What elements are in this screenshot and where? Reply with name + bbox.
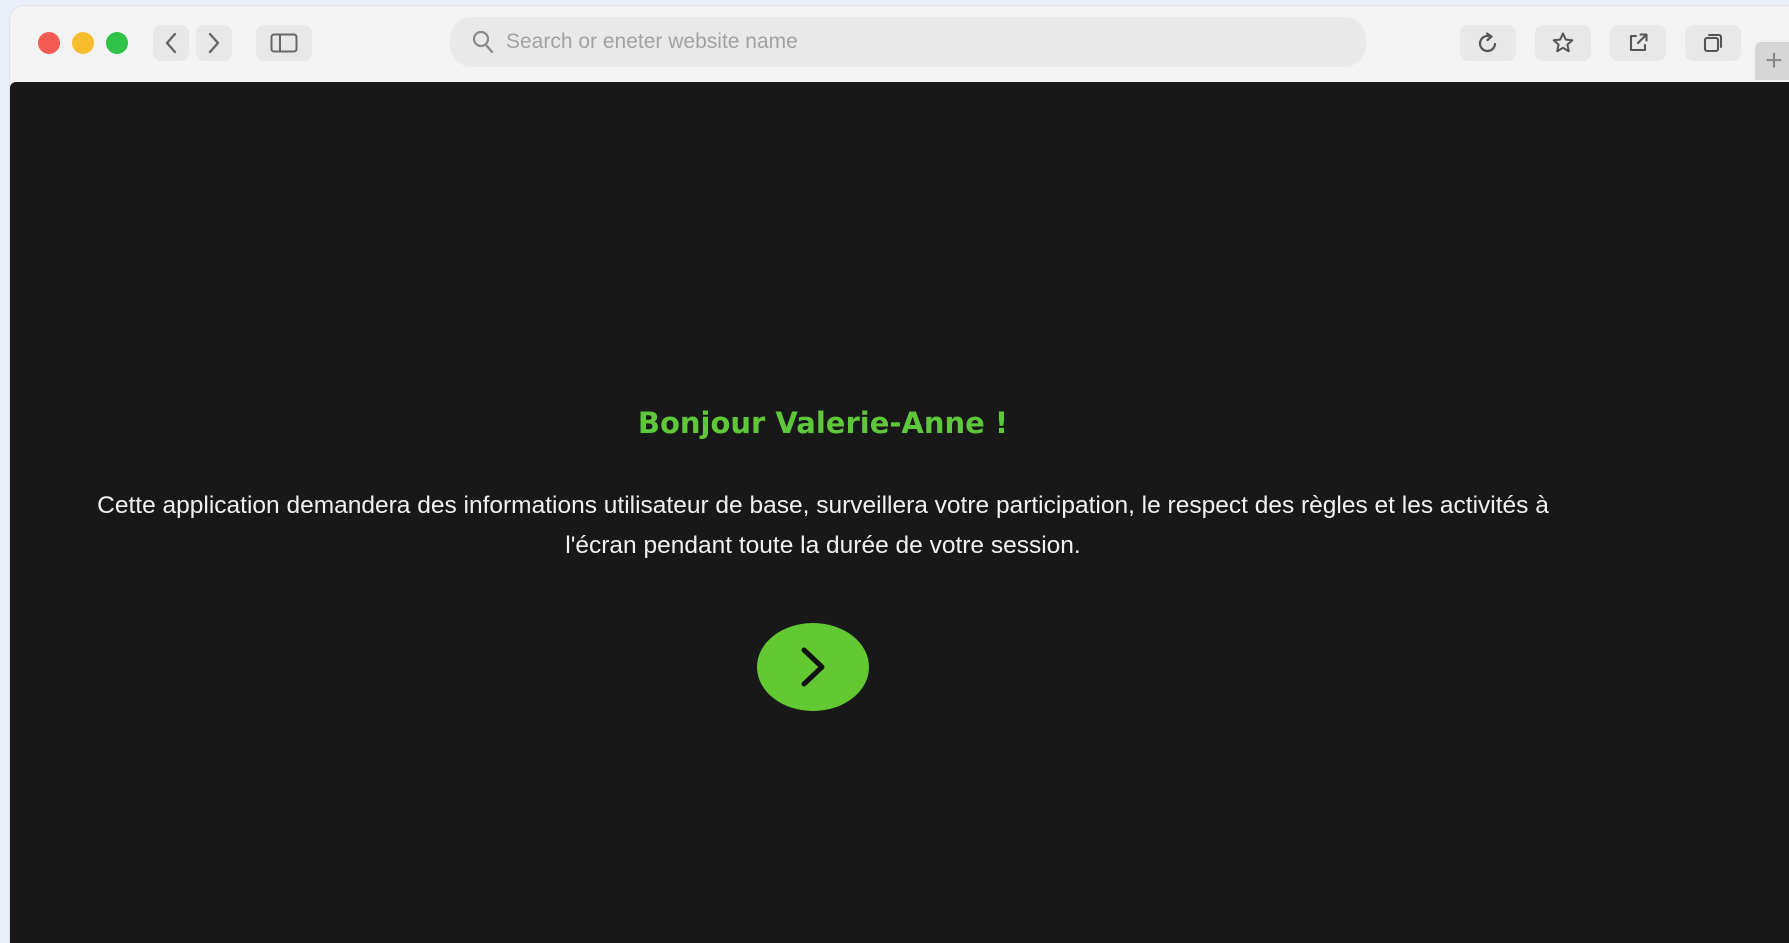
greeting-title: Bonjour Valerie-Anne !	[637, 406, 1009, 440]
reload-button[interactable]	[1460, 25, 1516, 61]
page-content: Bonjour Valerie-Anne ! Cette application…	[10, 82, 1789, 943]
sidebar-icon	[270, 33, 298, 53]
tabs-icon	[1703, 33, 1723, 53]
maximize-window-button[interactable]	[106, 32, 128, 54]
browser-toolbar: +	[10, 6, 1789, 82]
chevron-right-icon	[801, 647, 825, 687]
tabs-overview-button[interactable]	[1685, 25, 1741, 61]
share-button[interactable]	[1610, 25, 1666, 61]
address-bar[interactable]	[450, 17, 1366, 67]
back-icon	[165, 32, 177, 54]
new-tab-button[interactable]: +	[1755, 42, 1789, 80]
forward-button[interactable]	[196, 25, 232, 61]
search-icon	[472, 30, 494, 54]
browser-window: + Bonjour Valerie-Anne ! Cette applicati…	[10, 6, 1789, 943]
back-button[interactable]	[153, 25, 189, 61]
search-input[interactable]	[504, 29, 1308, 55]
bookmark-button[interactable]	[1535, 25, 1591, 61]
intro-message: Cette application demandera des informat…	[97, 492, 1549, 559]
forward-icon	[208, 32, 220, 54]
close-window-button[interactable]	[38, 32, 60, 54]
share-icon	[1629, 33, 1648, 52]
next-button[interactable]	[757, 623, 869, 711]
new-tab-plus-icon: +	[1765, 44, 1783, 77]
bookmark-star-icon	[1552, 32, 1574, 53]
minimize-window-button[interactable]	[72, 32, 94, 54]
reload-icon	[1478, 32, 1497, 53]
sidebar-toggle-button[interactable]	[256, 25, 312, 61]
